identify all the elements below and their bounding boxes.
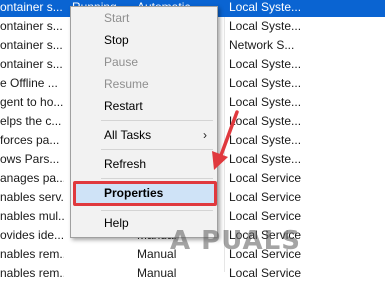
watermark-logo: A PUALS xyxy=(170,226,301,256)
service-row[interactable]: nables rem... Manual Local Service xyxy=(0,264,385,283)
context-menu: Start Stop Pause Resume Restart All Task… xyxy=(70,6,218,238)
service-logon: Local Syste... xyxy=(229,0,302,14)
chevron-right-icon: › xyxy=(203,128,207,142)
service-description: nables mul... xyxy=(0,209,64,223)
menu-item-label: Restart xyxy=(104,99,143,113)
service-description: nables rem... xyxy=(0,247,64,261)
service-logon: Local Service xyxy=(229,209,302,223)
service-logon: Local Syste... xyxy=(229,152,302,166)
menu-item-pause[interactable]: Pause xyxy=(71,53,217,72)
service-description: elps the c... xyxy=(0,114,62,128)
service-description: nables rem... xyxy=(0,266,64,280)
service-description: ontainer s... xyxy=(0,38,63,52)
menu-item-label: Help xyxy=(104,216,129,230)
service-logon: Local Service xyxy=(229,266,302,280)
service-description: gent to ho... xyxy=(0,95,64,109)
menu-item-label: Refresh xyxy=(104,157,147,171)
menu-item-label: All Tasks xyxy=(104,128,152,142)
service-description: ontainer s... xyxy=(0,57,63,71)
menu-item-label: Resume xyxy=(104,77,149,91)
service-logon: Network S... xyxy=(229,38,295,52)
service-logon: Local Syste... xyxy=(229,76,302,90)
menu-separator xyxy=(101,178,213,179)
service-description: ovides ide... xyxy=(0,228,64,242)
menu-item-label: Properties xyxy=(104,186,164,200)
service-logon: Local Syste... xyxy=(229,95,302,109)
menu-item-label: Pause xyxy=(104,55,139,69)
service-logon: Local Service xyxy=(229,190,302,204)
service-description: e Offline ... xyxy=(0,76,58,90)
service-logon: Local Syste... xyxy=(229,133,302,147)
menu-separator xyxy=(101,120,213,121)
service-logon: Local Syste... xyxy=(229,19,302,33)
menu-item-restart[interactable]: Restart xyxy=(71,97,217,116)
service-logon: Local Service xyxy=(229,171,302,185)
service-description: ows Pars... xyxy=(0,152,60,166)
service-logon: Local Syste... xyxy=(229,114,302,128)
menu-item-start[interactable]: Start xyxy=(71,9,217,28)
service-startup-type: Manual xyxy=(137,266,177,280)
service-logon: Local Syste... xyxy=(229,57,302,71)
menu-item-refresh[interactable]: Refresh xyxy=(71,155,217,174)
menu-item-all-tasks[interactable]: All Tasks › xyxy=(71,126,217,145)
menu-separator xyxy=(101,149,213,150)
menu-item-label: Start xyxy=(104,11,130,25)
menu-item-resume[interactable]: Resume xyxy=(71,75,217,94)
service-description: anages pa... xyxy=(0,171,64,185)
menu-item-properties[interactable]: Properties xyxy=(73,181,217,206)
service-description: nables serv... xyxy=(0,190,64,204)
service-description: ontainer s... xyxy=(0,19,63,33)
menu-separator xyxy=(101,210,213,211)
menu-item-stop[interactable]: Stop xyxy=(71,31,217,50)
service-description: forces pa... xyxy=(0,133,60,147)
service-description: ontainer s... xyxy=(0,0,63,14)
menu-item-label: Stop xyxy=(104,33,129,47)
